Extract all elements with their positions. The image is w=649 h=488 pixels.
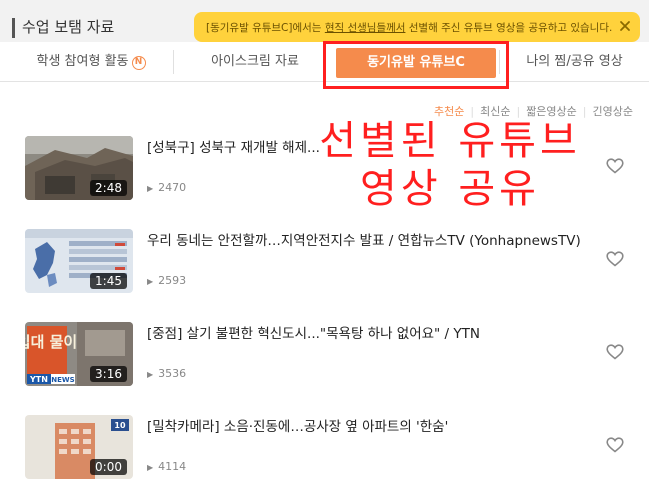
video-duration: 0:00 xyxy=(90,459,127,475)
play-icon: ▶ xyxy=(147,463,154,472)
channel-number-text: 10 xyxy=(114,421,126,430)
video-thumbnail[interactable]: 1:45 xyxy=(25,229,133,293)
new-badge-icon: N xyxy=(131,56,146,70)
annotation-overlay-text: 선별된 유튜브 영상 공유 xyxy=(300,117,600,213)
header-accent-bar xyxy=(12,18,15,38)
play-icon: ▶ xyxy=(147,184,154,193)
annotation-line-1: 선별된 유튜브 xyxy=(319,118,581,164)
video-thumbnail[interactable]: 10 0:00 xyxy=(25,415,133,479)
channel-logo-text: YTN xyxy=(29,375,48,384)
tab-label: 아이스크림 자료 xyxy=(211,54,299,69)
tab-my-favorites[interactable]: 나의 찜/공유 영상 xyxy=(500,42,649,82)
view-count: ▶ 4114 xyxy=(147,460,186,473)
play-icon: ▶ xyxy=(147,277,154,286)
notice-banner: [동기유발 유튜브C]에서는 현직 선생님들께서 선별해 주신 유튜브 영상을 … xyxy=(194,12,640,42)
annotation-highlight-box xyxy=(323,41,509,89)
heart-icon[interactable] xyxy=(606,437,624,453)
channel-tag-text: NEWS xyxy=(51,376,74,384)
video-title[interactable]: 우리 동네는 안전할까…지역안전지수 발표 / 연합뉴스TV (Yonhapne… xyxy=(147,229,581,249)
view-count-value: 3536 xyxy=(158,367,187,380)
view-count-value: 2593 xyxy=(158,274,187,287)
notice-text: [동기유발 유튜브C]에서는 현직 선생님들께서 선별해 주신 유튜브 영상을 … xyxy=(206,20,612,35)
view-count: ▶ 2593 xyxy=(147,274,186,287)
close-icon[interactable] xyxy=(618,19,632,33)
annotation-line-2: 영상 공유 xyxy=(360,166,540,212)
play-icon: ▶ xyxy=(147,370,154,379)
notice-suffix: 선별해 주신 유튜브 영상을 공유하고 있습니다. xyxy=(405,22,613,34)
notice-underlined: 현직 선생님들께서 xyxy=(324,22,406,34)
view-count: ▶ 2470 xyxy=(147,181,186,194)
tab-label: 학생 참여형 활동 xyxy=(36,54,129,69)
video-title[interactable]: [중점] 살기 불편한 혁신도시..."목욕탕 하나 없어요" / YTN xyxy=(147,322,480,342)
heart-icon[interactable] xyxy=(606,251,624,267)
video-duration: 1:45 xyxy=(90,273,127,289)
thumbnail-sign-text: 입대 물이 xyxy=(25,333,77,351)
heart-icon[interactable] xyxy=(606,158,624,174)
view-count-value: 2470 xyxy=(158,181,187,194)
video-title[interactable]: [밀착카메라] 소음·진동에…공사장 옆 아파트의 '한숨' xyxy=(147,415,448,435)
tab-icecream-materials[interactable]: 아이스크림 자료 xyxy=(174,42,336,82)
view-count: ▶ 3536 xyxy=(147,367,186,380)
tab-student-activity[interactable]: 학생 참여형 활동 N xyxy=(10,42,172,82)
heart-icon[interactable] xyxy=(606,344,624,360)
page: 수업 보탬 자료 [동기유발 유튜브C]에서는 현직 선생님들께서 선별해 주신… xyxy=(0,0,649,488)
view-count-value: 4114 xyxy=(158,460,187,473)
video-duration: 3:16 xyxy=(90,366,127,382)
tab-label: 나의 찜/공유 영상 xyxy=(526,54,623,69)
video-title[interactable]: [성북구] 성북구 재개발 해제... xyxy=(147,136,320,156)
video-thumbnail[interactable]: 입대 물이 YTN NEWS 3:16 xyxy=(25,322,133,386)
video-duration: 2:48 xyxy=(90,180,127,196)
video-thumbnail[interactable]: 2:48 xyxy=(25,136,133,200)
video-list-item[interactable]: 1:45 우리 동네는 안전할까…지역안전지수 발표 / 연합뉴스TV (Yon… xyxy=(0,217,649,310)
page-title: 수업 보탬 자료 xyxy=(22,18,115,36)
video-list-item[interactable]: 입대 물이 YTN NEWS 3:16 [중점] 살기 불편한 혁신도시..."… xyxy=(0,310,649,403)
notice-prefix: [동기유발 유튜브C]에서는 xyxy=(206,22,325,34)
video-list-item[interactable]: 10 0:00 [밀착카메라] 소음·진동에…공사장 옆 아파트의 '한숨' ▶… xyxy=(0,403,649,488)
